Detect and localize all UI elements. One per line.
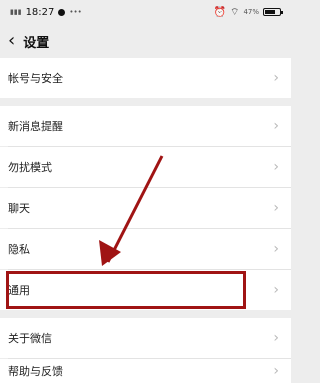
annotation-arrow-icon: [99, 155, 164, 266]
